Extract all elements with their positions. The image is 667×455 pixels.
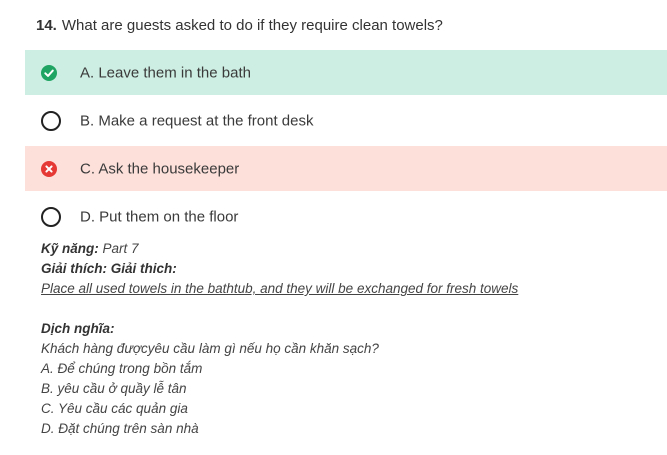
option-a[interactable]: A. Leave them in the bath	[25, 50, 667, 95]
skill-value: Part 7	[102, 241, 139, 256]
option-b-label: B. Make a request at the front desk	[80, 112, 314, 129]
question-prompt: What are guests asked to do if they requ…	[61, 17, 443, 34]
option-d[interactable]: D. Put them on the floor	[25, 194, 667, 239]
explain-text: Place all used towels in the bathtub, an…	[41, 281, 519, 296]
explain-value: Giải thich:	[110, 261, 177, 276]
question-number: 14.	[36, 17, 57, 34]
radio-icon[interactable]	[41, 206, 61, 227]
translation-line: Khách hàng đượcyêu cầu làm gì nếu họ cần…	[41, 341, 379, 356]
option-a-label: A. Leave them in the bath	[80, 64, 251, 81]
skill-line: Kỹ năng: Part 7	[41, 239, 518, 259]
explain-label: Giải thích:	[41, 261, 108, 276]
check-circle-icon	[41, 64, 57, 81]
option-c[interactable]: C. Ask the housekeeper	[25, 146, 667, 191]
skill-label: Kỹ năng:	[41, 241, 99, 256]
x-circle-icon	[41, 160, 57, 177]
translation-line: D. Đặt chúng trên sàn nhà	[41, 421, 199, 436]
explain-heading: Giải thích: Giải thich:	[41, 259, 518, 279]
translation-line: B. yêu cầu ở quầy lễ tân	[41, 381, 187, 396]
translation-heading: Dịch nghĩa:	[41, 319, 518, 339]
translation-line: A. Để chúng trong bồn tắm	[41, 361, 203, 376]
option-d-label: D. Put them on the floor	[80, 208, 239, 225]
translation-line: C. Yêu cầu các quản gia	[41, 401, 188, 416]
radio-icon[interactable]	[41, 110, 61, 131]
question-text: 14. What are guests asked to do if they r…	[36, 17, 443, 34]
option-b[interactable]: B. Make a request at the front desk	[25, 98, 667, 143]
option-c-label: C. Ask the housekeeper	[80, 160, 240, 177]
translation-label: Dịch nghĩa:	[41, 321, 115, 336]
explanation-block: Kỹ năng: Part 7 Giải thích: Giải thich: …	[41, 239, 518, 439]
